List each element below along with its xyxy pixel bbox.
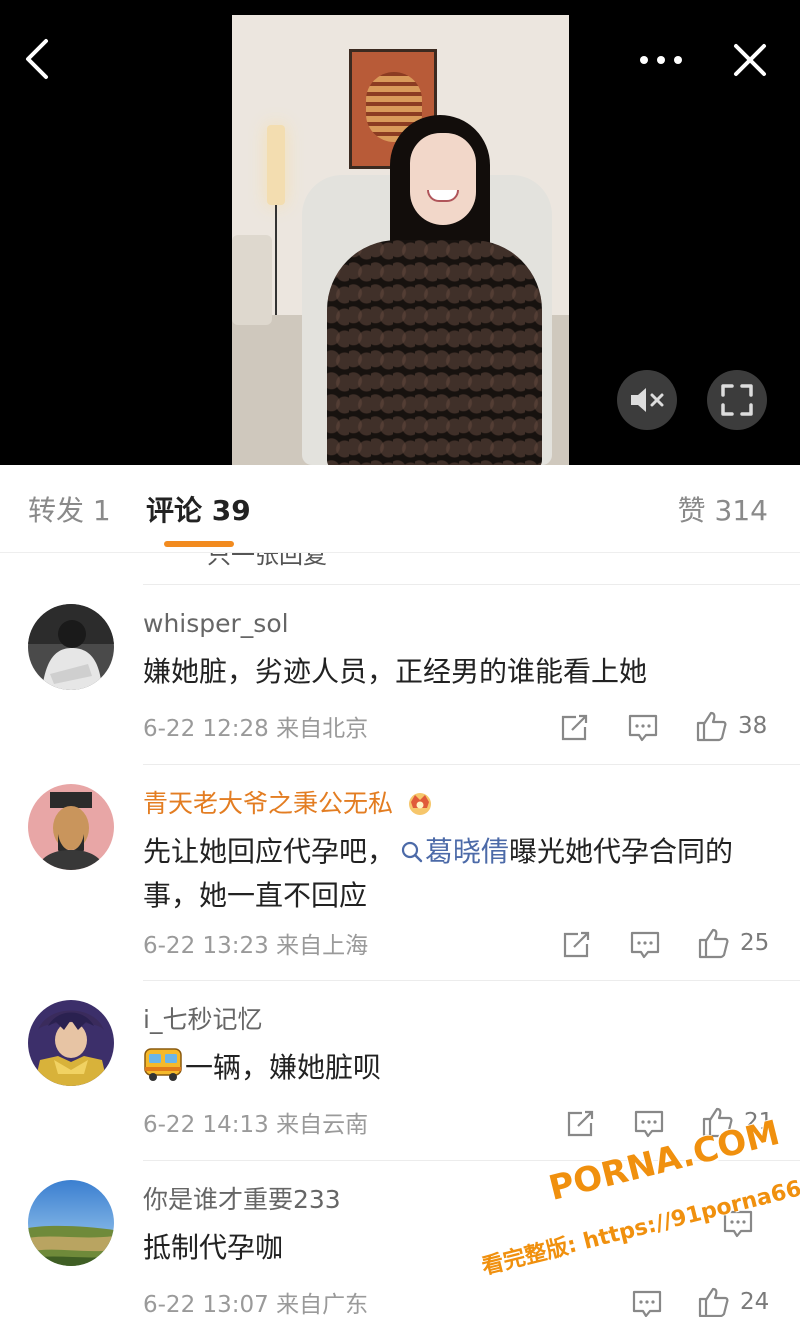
more-icon [640,56,682,64]
comment-content-before: 先让她回应代孕吧， [143,835,396,868]
reply-icon [630,931,660,959]
comment-username-text: 青天老大爷之秉公无私 [143,789,394,818]
reply-icon [628,714,658,742]
like-icon [698,928,729,959]
clipped-reply-line: 只一张回复 [145,553,445,567]
search-icon [401,841,423,863]
topic-link-text: 葛晓倩 [425,835,510,868]
reply-icon [632,1290,662,1317]
comment-meta: 6-22 14:13 来自云南 [143,1110,368,1140]
mute-icon [631,388,664,412]
like-count: 25 [740,930,770,956]
fullscreen-icon [721,384,753,416]
like-button[interactable]: 24 [698,1286,769,1317]
tab-repost[interactable]: 转发 1 [28,493,111,529]
comment-time: 6-22 12:28 [143,716,269,742]
comment-content: 一辆，嫌她脏呗 [143,1046,773,1090]
close-button[interactable] [726,36,774,84]
like-icon [698,1287,729,1317]
share-button[interactable] [566,1110,596,1138]
divider [143,764,800,765]
video-player[interactable] [0,0,800,465]
comment-content-text: 一辆，嫌她脏呗 [185,1051,382,1084]
like-button[interactable]: 38 [696,710,767,742]
like-button[interactable]: 25 [698,927,769,959]
comment-content: 嫌她脏，劣迹人员，正经男的谁能看上她 [143,655,648,688]
share-icon [567,1110,594,1137]
comment-location: 来自上海 [276,933,369,959]
comment-time: 6-22 13:23 [143,933,269,959]
video-lamp [267,125,285,205]
reply-button[interactable] [630,931,660,959]
reply-button[interactable] [634,1110,664,1138]
tabs-bar: 转发 1 评论 39 赞 314 [0,465,800,553]
share-icon [561,714,588,741]
comment-username[interactable]: whisper_sol [143,608,289,640]
comment-location: 来自云南 [276,1112,369,1138]
tab-likes[interactable]: 赞 314 [678,493,768,529]
active-tab-indicator [164,541,234,547]
share-icon [563,931,590,958]
video-face [410,133,476,225]
video-lace [327,240,542,465]
back-button[interactable] [14,36,60,82]
comment-meta: 6-22 12:28 来自北京 [143,714,368,744]
divider [143,980,800,981]
clipped-reply-text: 只一张回复 [207,553,327,567]
close-icon [734,44,766,76]
tab-comments[interactable]: 评论 39 [146,493,251,529]
reply-button[interactable] [628,714,658,742]
comment-username[interactable]: 青天老大爷之秉公无私 [143,788,435,820]
comment-location: 来自广东 [276,1292,369,1317]
more-button[interactable] [636,40,686,80]
avatar[interactable] [28,1000,114,1086]
comment-time: 6-22 13:07 [143,1292,269,1317]
back-icon [26,39,48,79]
comment-location: 来自北京 [276,716,369,742]
crown-icon [408,793,431,815]
comment-meta: 6-22 13:23 来自上海 [143,931,368,961]
like-icon [696,711,727,742]
like-count: 38 [738,713,768,739]
avatar[interactable] [28,1180,114,1266]
video-frame[interactable] [232,15,569,465]
comment-time: 6-22 14:13 [143,1112,269,1138]
like-count: 24 [740,1289,770,1315]
fullscreen-button[interactable] [707,370,767,430]
reply-icon [634,1110,664,1138]
bus-emoji-icon [144,1048,182,1081]
reply-button[interactable] [632,1290,662,1317]
mute-button[interactable] [617,370,677,430]
topic-link[interactable]: 葛晓倩 [395,835,509,868]
share-button[interactable] [562,931,592,959]
share-button[interactable] [560,714,590,742]
comment-content: 先让她回应代孕吧， 葛晓倩曝光她代孕合同的事，她一直不回应 [143,830,773,918]
video-lamp-pole [275,205,277,315]
comment-meta: 6-22 13:07 来自广东 [143,1290,368,1317]
avatar[interactable] [28,604,114,690]
divider [143,584,800,585]
comment-username[interactable]: i_七秒记忆 [143,1004,262,1036]
avatar[interactable] [28,784,114,870]
video-sofa [232,235,272,325]
comment-username[interactable]: 你是谁才重要233 [143,1184,341,1216]
